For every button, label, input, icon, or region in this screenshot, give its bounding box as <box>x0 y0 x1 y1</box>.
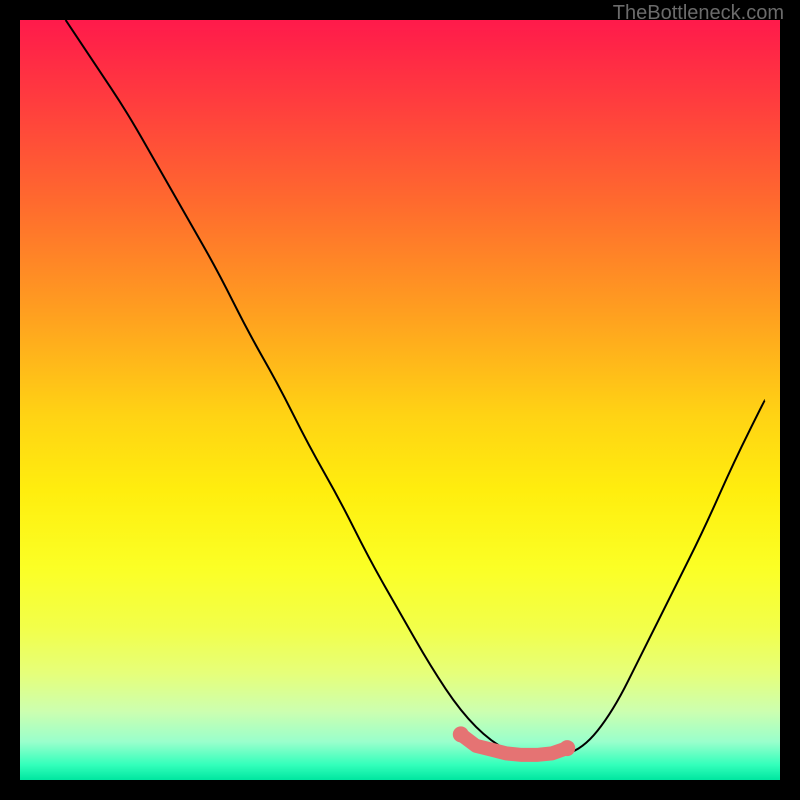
optimal-range-dot-left <box>453 726 469 742</box>
plot-svg <box>20 20 780 780</box>
optimal-range-dot-right <box>559 740 575 756</box>
plot-area <box>20 20 780 780</box>
bottleneck-curve <box>66 20 765 757</box>
optimal-range-highlight <box>461 734 567 755</box>
chart-stage: TheBottleneck.com <box>0 0 800 800</box>
